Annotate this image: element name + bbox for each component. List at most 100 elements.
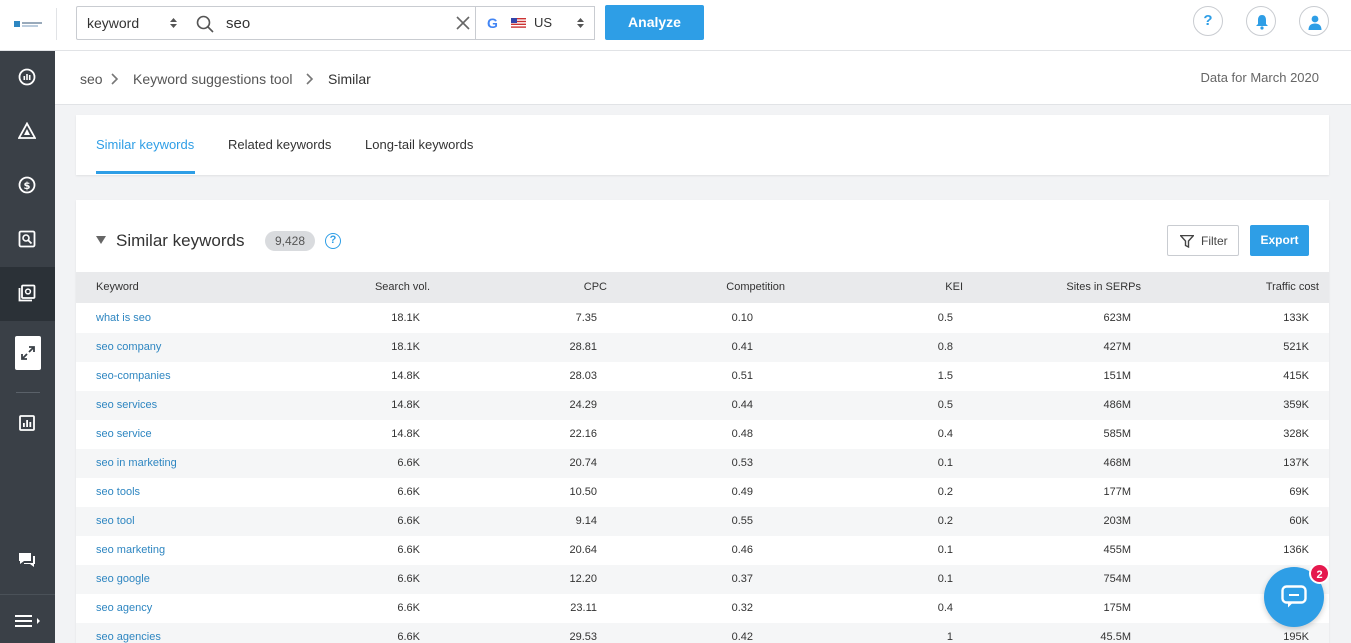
chat-icon xyxy=(19,553,35,567)
cell-kei: 0.1 xyxy=(937,573,953,585)
keyword-link[interactable]: what is seo xyxy=(96,312,151,324)
cell-kei: 0.5 xyxy=(937,312,953,324)
gauge-icon xyxy=(18,68,36,86)
cell-cpc: 9.14 xyxy=(575,515,597,527)
dollar-icon: $ xyxy=(18,176,36,194)
column-header-traffic-cost[interactable]: Traffic cost xyxy=(1266,281,1319,293)
sidebar-menu-toggle[interactable] xyxy=(0,594,55,643)
keyword-link[interactable]: seo company xyxy=(96,341,161,353)
info-icon[interactable]: ? xyxy=(325,233,341,249)
active-tab-indicator xyxy=(96,171,195,174)
tab-long-tail-keywords[interactable]: Long-tail keywords xyxy=(365,137,473,152)
sidebar-item-feedback[interactable] xyxy=(0,534,55,588)
table-row: seo agency 6.6K 23.11 0.32 0.4 175M xyxy=(76,594,1329,623)
sidebar-item-ppc[interactable]: $ xyxy=(0,159,55,213)
cell-kei: 0.5 xyxy=(937,399,953,411)
cell-cpc: 28.81 xyxy=(569,341,597,353)
keyword-link[interactable]: seo google xyxy=(96,573,150,585)
cell-cpc: 22.16 xyxy=(569,428,597,440)
sidebar-item-keyword-research[interactable] xyxy=(0,267,55,321)
cell-sites-in-serps: 175M xyxy=(1103,602,1131,614)
keyword-link[interactable]: seo in marketing xyxy=(96,457,177,469)
filter-button[interactable]: Filter xyxy=(1167,225,1239,256)
column-header-search-volume[interactable]: Search vol. xyxy=(375,281,430,293)
column-header-sites-in-serps[interactable]: Sites in SERPs xyxy=(1066,281,1141,293)
keyword-link[interactable]: seo agency xyxy=(96,602,152,614)
keyword-link[interactable]: seo service xyxy=(96,428,152,440)
cell-search-volume: 6.6K xyxy=(397,602,420,614)
user-menu-button[interactable] xyxy=(1299,6,1329,36)
cell-competition: 0.32 xyxy=(731,602,753,614)
logo-divider xyxy=(56,8,57,40)
keyword-link[interactable]: seo-companies xyxy=(96,370,171,382)
cell-search-volume: 14.8K xyxy=(391,428,420,440)
help-button[interactable]: ? xyxy=(1193,6,1223,36)
database-select[interactable]: G US xyxy=(476,6,595,40)
column-header-competition[interactable]: Competition xyxy=(726,281,785,293)
logo-icon[interactable] xyxy=(14,19,42,29)
cell-competition: 0.51 xyxy=(731,370,753,382)
column-header-cpc[interactable]: CPC xyxy=(584,281,607,293)
sidebar-item-reports[interactable] xyxy=(0,397,55,451)
cell-traffic-cost: 328K xyxy=(1283,428,1309,440)
sidebar-item-seo-research[interactable] xyxy=(0,213,55,267)
table-row: seo services 14.8K 24.29 0.44 0.5 486M 359K xyxy=(76,391,1329,420)
cell-search-volume: 6.6K xyxy=(397,457,420,469)
sidebar-item-audit[interactable] xyxy=(0,105,55,159)
cell-competition: 0.48 xyxy=(731,428,753,440)
cell-traffic-cost: 137K xyxy=(1283,457,1309,469)
search-input[interactable]: seo xyxy=(186,6,476,40)
search-type-select[interactable]: keyword xyxy=(76,6,187,40)
cell-sites-in-serps: 585M xyxy=(1103,428,1131,440)
cell-kei: 0.4 xyxy=(937,428,953,440)
breadcrumb-item-current: Similar xyxy=(328,71,371,87)
bell-icon xyxy=(1256,15,1268,30)
keyword-link[interactable]: seo services xyxy=(96,399,157,411)
keyword-link[interactable]: seo marketing xyxy=(96,544,165,556)
search-page-icon xyxy=(18,230,36,248)
cell-cpc: 20.64 xyxy=(569,544,597,556)
cell-traffic-cost: 69K xyxy=(1289,486,1309,498)
cell-sites-in-serps: 623M xyxy=(1103,312,1131,324)
export-button[interactable]: Export xyxy=(1250,225,1309,256)
breadcrumb-item-tool[interactable]: Keyword suggestions tool xyxy=(133,71,293,87)
keyword-link[interactable]: seo tool xyxy=(96,515,135,527)
sidebar-item-dashboard[interactable] xyxy=(0,51,55,105)
cell-kei: 0.4 xyxy=(937,602,953,614)
tab-related-keywords[interactable]: Related keywords xyxy=(228,137,331,152)
cell-sites-in-serps: 177M xyxy=(1103,486,1131,498)
tab-similar-keywords[interactable]: Similar keywords xyxy=(96,137,194,152)
chat-bubble-icon xyxy=(1281,585,1307,608)
breadcrumb: seo Keyword suggestions tool Similar Dat… xyxy=(55,51,1351,105)
table-header: Keyword Search vol. CPC Competition KEI … xyxy=(76,272,1329,303)
cell-search-volume: 6.6K xyxy=(397,631,420,643)
keyword-link[interactable]: seo tools xyxy=(96,486,140,498)
table-row: what is seo 18.1K 7.35 0.10 0.5 623M 133K xyxy=(76,304,1329,333)
table-row: seo in marketing 6.6K 20.74 0.53 0.1 468M 137K xyxy=(76,449,1329,478)
clear-icon[interactable] xyxy=(455,15,471,31)
sidebar-expand-button[interactable] xyxy=(15,336,41,370)
column-header-keyword[interactable]: Keyword xyxy=(96,281,139,293)
analyze-button[interactable]: Analyze xyxy=(605,5,704,40)
breadcrumb-item-root[interactable]: seo xyxy=(80,71,103,87)
chevron-right-icon xyxy=(111,73,119,85)
keyword-link[interactable]: seo agencies xyxy=(96,631,161,643)
report-chart-icon xyxy=(19,415,35,431)
table-row: seo marketing 6.6K 20.64 0.46 0.1 455M 136K xyxy=(76,536,1329,565)
cell-sites-in-serps: 151M xyxy=(1103,370,1131,382)
table-row: seo tools 6.6K 10.50 0.49 0.2 177M 69K xyxy=(76,478,1329,507)
cell-kei: 1.5 xyxy=(937,370,953,382)
cell-sites-in-serps: 468M xyxy=(1103,457,1131,469)
filter-label: Filter xyxy=(1201,234,1228,248)
cell-sites-in-serps: 427M xyxy=(1103,341,1131,353)
expand-icon xyxy=(21,346,35,360)
similar-keywords-panel: Similar keywords 9,428 ? Filter Export K… xyxy=(76,200,1329,643)
search-type-value: keyword xyxy=(87,15,140,31)
column-header-kei[interactable]: KEI xyxy=(945,281,963,293)
table-row: seo service 14.8K 22.16 0.48 0.4 585M 328K xyxy=(76,420,1329,449)
cell-sites-in-serps: 486M xyxy=(1103,399,1131,411)
help-label: ? xyxy=(1203,12,1213,29)
notifications-button[interactable] xyxy=(1246,6,1276,36)
cell-search-volume: 6.6K xyxy=(397,486,420,498)
collapse-icon[interactable] xyxy=(96,236,106,244)
